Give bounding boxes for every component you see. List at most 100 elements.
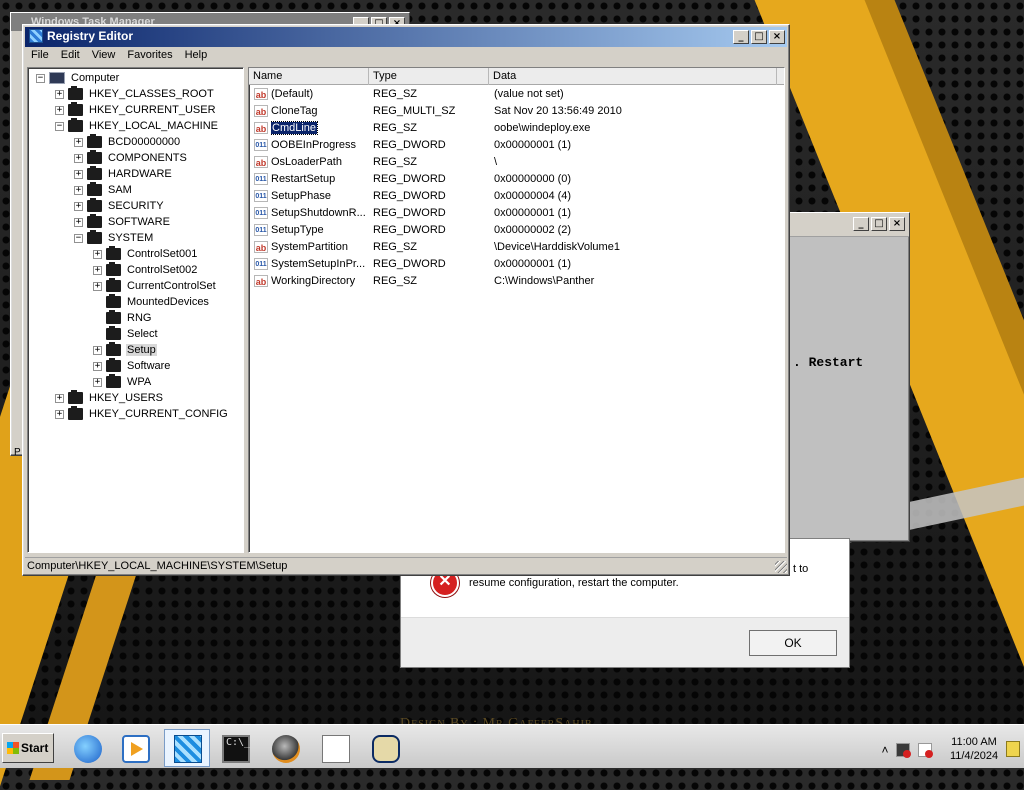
expand-icon[interactable]: + (55, 105, 64, 115)
column-header-name[interactable]: Name (249, 68, 369, 85)
network-icon[interactable] (896, 743, 911, 758)
column-header-type[interactable]: Type (369, 68, 489, 85)
taskbar-button[interactable] (112, 729, 158, 767)
expand-icon[interactable]: + (74, 217, 83, 227)
resize-grip[interactable] (775, 561, 787, 573)
taskbar-button[interactable] (64, 729, 110, 767)
value-row[interactable]: ab CloneTag REG_MULTI_SZ Sat Nov 20 13:56:4… (249, 103, 784, 120)
menu-help[interactable]: Help (179, 47, 214, 65)
tree-node[interactable]: + HARDWARE (74, 166, 173, 182)
ok-button[interactable]: OK (749, 630, 837, 656)
expand-icon[interactable]: + (93, 281, 102, 291)
taskbar-button[interactable] (312, 729, 358, 767)
tree-node[interactable]: + SECURITY (74, 198, 165, 214)
menu-view[interactable]: View (86, 47, 122, 65)
collapse-icon[interactable]: − (55, 121, 64, 131)
value-row[interactable]: ab SystemPartition REG_SZ \Device\HarddiskV… (249, 239, 784, 256)
value-row[interactable]: 011 OOBEInProgress REG_DWORD 0x00000001 (1) (249, 137, 784, 154)
value-type: REG_DWORD (373, 173, 446, 185)
tree-node[interactable]: − Computer (36, 70, 120, 86)
tree-node[interactable]: + Setup (93, 342, 157, 358)
expand-icon[interactable]: + (74, 137, 83, 147)
value-row[interactable]: ab (Default) REG_SZ (value not set) (249, 86, 784, 103)
maximize-button[interactable]: □ (751, 30, 767, 44)
taskbar-button[interactable] (362, 729, 408, 767)
clock[interactable]: 11:00 AM 11/4/2024 (946, 735, 1002, 763)
tree-node[interactable]: + SOFTWARE (74, 214, 171, 230)
show-desktop-button[interactable] (1006, 741, 1020, 757)
tree-node[interactable]: Select (93, 326, 159, 342)
registry-editor-window[interactable]: Registry Editor _ □ × File Edit View Fav… (22, 24, 790, 576)
tree-node[interactable]: + COMPONENTS (74, 150, 188, 166)
value-name-cell: OsLoaderPath (271, 154, 367, 171)
taskbar-button[interactable] (164, 729, 210, 767)
tree-node[interactable]: + ControlSet001 (93, 246, 198, 262)
tree-node[interactable]: − SYSTEM (74, 230, 154, 246)
folder-icon (106, 294, 121, 308)
value-type: REG_DWORD (373, 139, 446, 151)
expand-icon[interactable]: + (93, 361, 102, 371)
expand-icon[interactable]: + (55, 89, 64, 99)
expand-icon[interactable]: + (93, 249, 102, 259)
collapse-icon[interactable]: − (74, 233, 83, 243)
maximize-button[interactable]: □ (871, 217, 887, 231)
tree-node[interactable]: + BCD00000000 (74, 134, 181, 150)
value-data-cell: 0x00000001 (1) (494, 256, 774, 273)
start-button[interactable]: Start (2, 733, 54, 763)
expand-icon[interactable]: + (74, 185, 83, 195)
value-row[interactable]: 011 SystemSetupInPr... REG_DWORD 0x00000001… (249, 256, 784, 273)
value-row[interactable]: ab OsLoaderPath REG_SZ \ (249, 154, 784, 171)
taskbar-button[interactable]: C:\_ (212, 729, 258, 767)
expand-icon[interactable]: + (74, 201, 83, 211)
tree-node[interactable]: − HKEY_LOCAL_MACHINE (55, 118, 219, 134)
value-row[interactable]: 011 RestartSetup REG_DWORD 0x00000000 (0) (249, 171, 784, 188)
menu-file[interactable]: File (25, 47, 55, 65)
value-data: 0x00000004 (4) (494, 190, 572, 202)
expand-icon[interactable]: + (93, 265, 102, 275)
show-hidden-icons-icon[interactable]: ˄ (878, 743, 892, 757)
values-list[interactable]: Name Type Data ab (Default) REG_SZ (value n… (248, 67, 785, 553)
registry-editor-titlebar[interactable]: Registry Editor (25, 27, 787, 47)
expand-icon[interactable]: + (93, 377, 102, 387)
volume-icon[interactable] (918, 743, 933, 758)
value-row[interactable]: 011 SetupShutdownR... REG_DWORD 0x00000001 … (249, 205, 784, 222)
folder-icon (106, 374, 121, 388)
expand-icon[interactable]: + (74, 169, 83, 179)
tree-node[interactable]: + HKEY_USERS (55, 390, 164, 406)
value-data-cell: 0x00000001 (1) (494, 137, 774, 154)
tree-node[interactable]: + Software (93, 358, 171, 374)
string-value-icon: ab (254, 88, 268, 100)
minimize-button[interactable]: _ (733, 30, 749, 44)
expand-icon[interactable]: + (55, 409, 64, 419)
collapse-icon[interactable]: − (36, 73, 45, 83)
tree-node[interactable]: + HKEY_CURRENT_CONFIG (55, 406, 229, 422)
tree-node[interactable]: + HKEY_CLASSES_ROOT (55, 86, 215, 102)
value-row[interactable]: ab WorkingDirectory REG_SZ C:\Windows\Panth… (249, 273, 784, 290)
expand-icon[interactable]: + (74, 153, 83, 163)
setup-console-window[interactable]: _ □ × . Restart (788, 212, 910, 542)
value-type-cell: REG_DWORD (373, 188, 485, 205)
tree-node[interactable]: RNG (93, 310, 152, 326)
menu-edit[interactable]: Edit (55, 47, 86, 65)
taskbar-button[interactable] (262, 729, 308, 767)
tree-node-label: RNG (127, 312, 152, 324)
tree-node[interactable]: + HKEY_CURRENT_USER (55, 102, 217, 118)
value-row[interactable]: 011 SetupPhase REG_DWORD 0x00000004 (4) (249, 188, 784, 205)
tree-node[interactable]: + CurrentControlSet (93, 278, 217, 294)
tree-node[interactable]: + SAM (74, 182, 133, 198)
tree-node[interactable]: + ControlSet002 (93, 262, 198, 278)
tree-node[interactable]: MountedDevices (93, 294, 210, 310)
value-row[interactable]: 011 SetupType REG_DWORD 0x00000002 (2) (249, 222, 784, 239)
column-header-data[interactable]: Data (489, 68, 777, 85)
value-data: \Device\HarddiskVolume1 (494, 241, 620, 253)
close-button[interactable]: × (769, 30, 785, 44)
value-row[interactable]: ab CmdLine REG_SZ oobe\windeploy.exe (249, 120, 784, 137)
close-button[interactable]: × (889, 217, 905, 231)
expand-icon[interactable]: + (55, 393, 64, 403)
menu-favorites[interactable]: Favorites (121, 47, 178, 65)
key-tree[interactable]: − Computer + HKEY_CLASSES_ROOT + HKEY_CURRENT… (27, 67, 244, 553)
minimize-button[interactable]: _ (853, 217, 869, 231)
tree-node[interactable]: + WPA (93, 374, 152, 390)
expand-icon[interactable]: + (93, 345, 102, 355)
value-type: REG_SZ (373, 156, 418, 168)
